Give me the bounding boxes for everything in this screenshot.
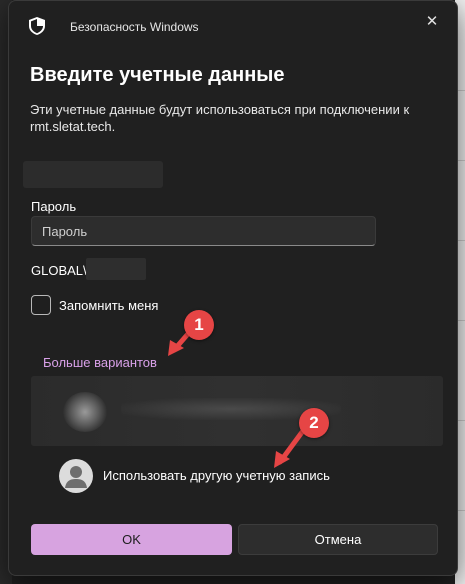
- annotation-badge-2: 2: [299, 408, 329, 438]
- title-bar: Безопасность Windows ✕: [9, 1, 457, 49]
- window-title: Безопасность Windows: [70, 20, 199, 34]
- dialog-description: Эти учетные данные будут использоваться …: [30, 102, 410, 134]
- dialog-heading: Введите учетные данные: [30, 64, 285, 86]
- annotation-badge-1: 1: [184, 310, 214, 340]
- blurred-avatar: [63, 392, 107, 432]
- shield-icon: [29, 17, 45, 35]
- blurred-domain-user: [86, 258, 146, 280]
- person-icon: [59, 459, 93, 493]
- password-label: Пароль: [31, 199, 77, 214]
- remember-me-checkbox[interactable]: [31, 295, 51, 315]
- domain-prefix: GLOBAL\: [31, 263, 87, 278]
- close-icon[interactable]: ✕: [421, 11, 443, 33]
- credentials-dialog: Безопасность Windows ✕ Введите учетные д…: [8, 0, 458, 576]
- blurred-username: [23, 161, 163, 188]
- more-options-link[interactable]: Больше вариантов: [43, 355, 157, 370]
- cancel-button[interactable]: Отмена: [238, 524, 438, 555]
- password-field[interactable]: [31, 216, 376, 246]
- remember-me-label[interactable]: Запомнить меня: [59, 298, 158, 313]
- blurred-account-tile[interactable]: [31, 376, 443, 446]
- ok-button[interactable]: OK: [31, 524, 232, 555]
